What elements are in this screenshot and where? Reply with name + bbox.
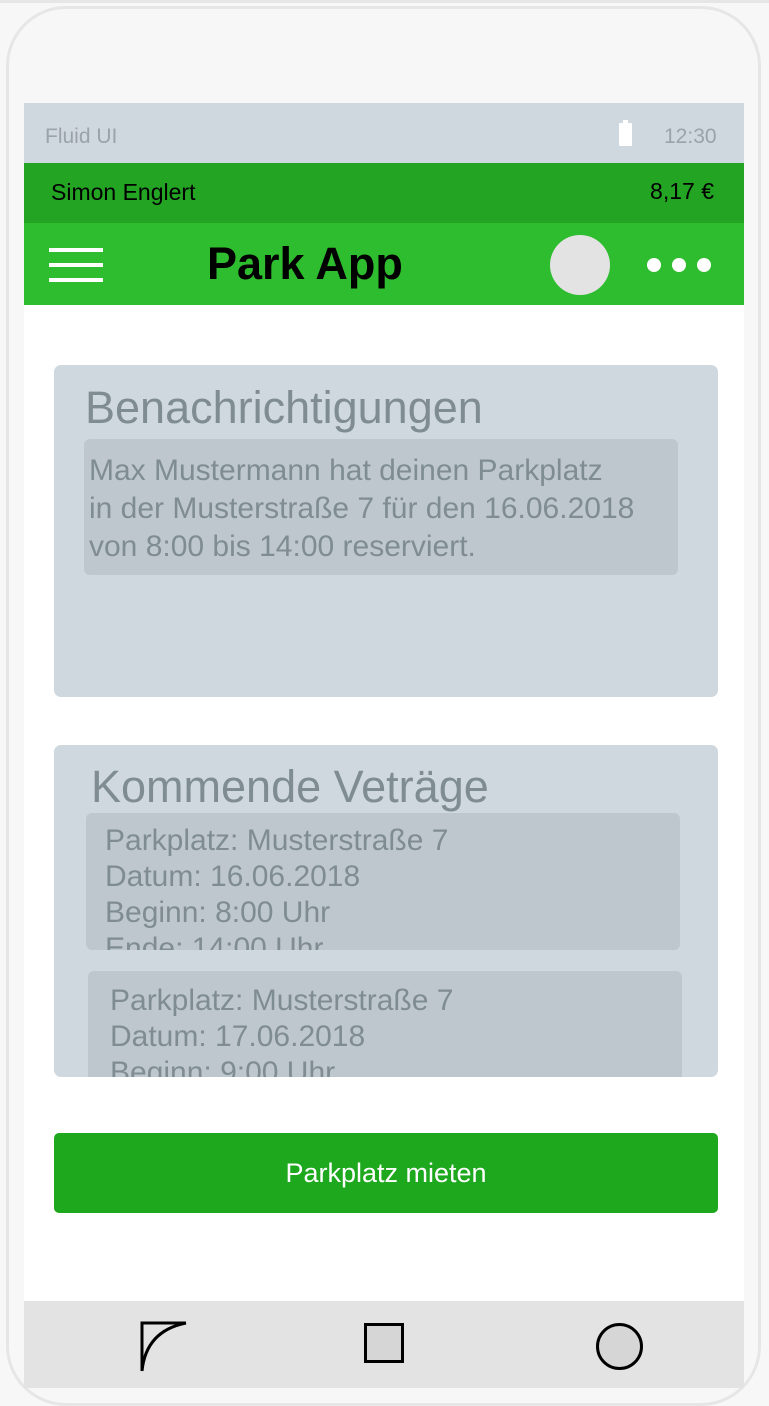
upcoming-contracts-card: Kommende Veträge Parkplatz: Musterstraße…	[54, 745, 718, 1077]
notifications-card: Benachrichtigungen Max Mustermann hat de…	[54, 365, 718, 697]
more-dots-icon[interactable]	[647, 258, 711, 272]
notification-line: in der Musterstraße 7 für den 16.06.2018	[89, 492, 635, 525]
rent-parking-button[interactable]: Parkplatz mieten	[54, 1133, 718, 1213]
status-carrier: Fluid UI	[45, 125, 118, 148]
contract-line: Ende: 14:00 Uhr	[105, 932, 324, 950]
avatar[interactable]	[550, 235, 610, 295]
back-icon[interactable]	[140, 1321, 188, 1373]
status-bar: Fluid UI 12:30	[24, 103, 744, 163]
contract-line: Parkplatz: Musterstraße 7	[110, 984, 454, 1017]
contract-line: Datum: 16.06.2018	[105, 860, 361, 893]
app-bar: Park App	[24, 223, 744, 305]
notification-item[interactable]: Max Mustermann hat deinen Parkplatz in d…	[84, 439, 678, 575]
notification-line: von 8:00 bis 14:00 reserviert.	[89, 530, 476, 563]
notification-line: Max Mustermann hat deinen Parkplatz	[89, 454, 603, 487]
battery-icon	[619, 120, 632, 146]
recent-circle-icon[interactable]	[596, 1323, 643, 1370]
phone-screen: Fluid UI 12:30 Simon Englert 8,17 € Park…	[24, 103, 744, 1388]
contract-line: Parkplatz: Musterstraße 7	[105, 824, 449, 857]
hamburger-menu-icon[interactable]	[49, 248, 103, 282]
user-bar: Simon Englert 8,17 €	[24, 163, 744, 223]
contract-item[interactable]: Parkplatz: Musterstraße 7 Datum: 17.06.2…	[88, 971, 682, 1077]
contract-item[interactable]: Parkplatz: Musterstraße 7 Datum: 16.06.2…	[86, 813, 680, 950]
account-balance: 8,17 €	[650, 178, 714, 204]
notification-text: Max Mustermann hat deinen Parkplatz in d…	[89, 452, 689, 566]
contract-line: Datum: 17.06.2018	[110, 1020, 366, 1053]
notifications-title: Benachrichtigungen	[85, 382, 483, 433]
contract-line: Beginn: 8:00 Uhr	[105, 896, 331, 929]
home-square-icon[interactable]	[364, 1323, 404, 1363]
contract-details: Parkplatz: Musterstraße 7 Datum: 17.06.2…	[110, 983, 453, 1077]
status-time: 12:30	[664, 125, 717, 148]
contract-details: Parkplatz: Musterstraße 7 Datum: 16.06.2…	[105, 823, 448, 950]
system-nav-bar	[24, 1301, 744, 1388]
frame-top-line	[0, 0, 769, 3]
user-name: Simon Englert	[51, 179, 196, 205]
app-title: Park App	[207, 238, 403, 289]
contract-line: Beginn: 9:00 Uhr	[110, 1056, 336, 1077]
contracts-title: Kommende Veträge	[91, 761, 489, 812]
